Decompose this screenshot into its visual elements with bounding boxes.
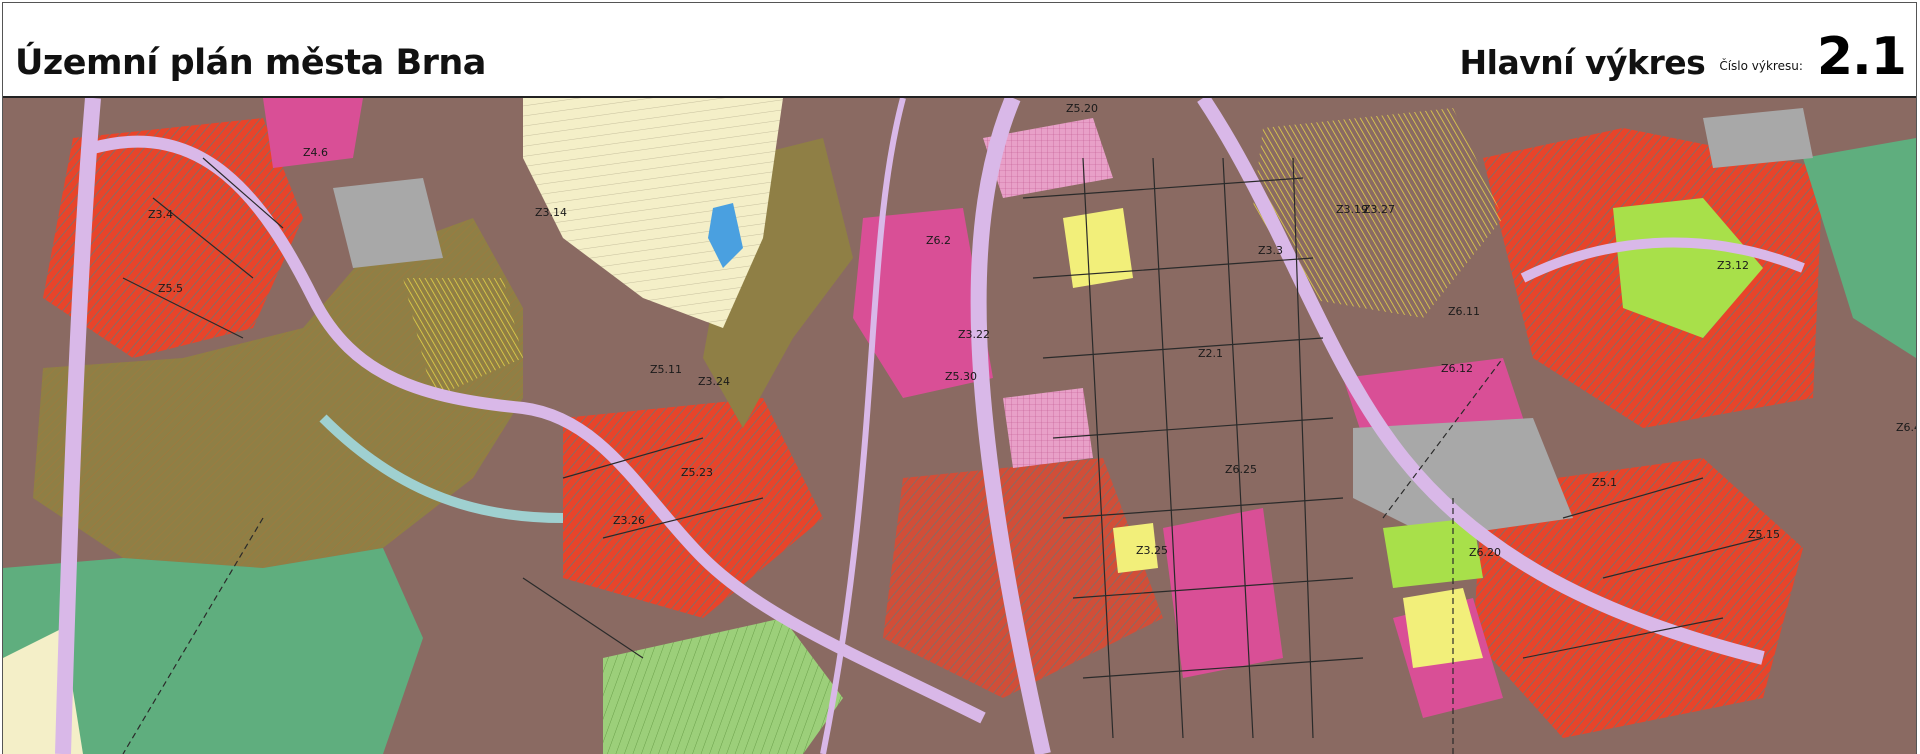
zone-label: Z5.11	[650, 363, 682, 376]
zone-label: Z6.11	[1448, 305, 1480, 318]
zone-label: Z3.4	[148, 208, 173, 221]
zone-label: Z5.23	[681, 466, 713, 479]
map-canvas: Z5.20 Z3.27 Z4.6 Z3.4 Z3.14 Z5.5 Z6.2 Z3…	[3, 98, 1916, 754]
plan-title: Územní plán města Brna	[15, 43, 486, 83]
zone-label: Z3.19	[1336, 203, 1368, 216]
zone-label: Z3.22	[958, 328, 990, 341]
zone-label: Z2.1	[1198, 347, 1223, 360]
zone-label: Z6.25	[1225, 463, 1257, 476]
zone-label: Z3.14	[535, 206, 567, 219]
map-sheet: Územní plán města Brna Hlavní výkres Čís…	[0, 0, 1920, 754]
zone-label: Z6.4	[1896, 421, 1916, 434]
zone-label: Z3.25	[1136, 544, 1168, 557]
drawing-name: Hlavní výkres	[1459, 43, 1706, 82]
zone-label: Z5.5	[158, 282, 183, 295]
zone-label: Z5.1	[1592, 476, 1617, 489]
zone-label: Z5.30	[945, 370, 977, 383]
zone-sport-north	[1063, 208, 1133, 288]
zone-label: Z6.12	[1441, 362, 1473, 375]
drawing-number: 2.1	[1816, 27, 1907, 87]
zone-label: Z5.15	[1748, 528, 1780, 541]
zoning-map[interactable]: Z5.20 Z3.27 Z4.6 Z3.4 Z3.14 Z5.5 Z6.2 Z3…	[3, 98, 1916, 754]
zone-label: Z4.6	[303, 146, 328, 159]
zone-commercial-z6-25	[1163, 508, 1283, 678]
zone-label: Z5.20	[1066, 102, 1098, 115]
sheet-frame-right	[1916, 2, 1917, 754]
zone-industrial-ne	[1703, 108, 1813, 168]
zone-label: Z3.3	[1258, 244, 1283, 257]
zone-label: Z3.24	[698, 375, 730, 388]
drawing-info: Hlavní výkres Číslo výkresu: 2.1	[1459, 27, 1907, 87]
drawing-number-label: Číslo výkresu:	[1719, 59, 1803, 73]
zone-label: Z6.20	[1469, 546, 1501, 559]
zone-civic-center	[1003, 388, 1093, 468]
title-bar: Územní plán města Brna Hlavní výkres Čís…	[3, 3, 1916, 97]
zone-label: Z6.2	[926, 234, 951, 247]
zone-label: Z3.26	[613, 514, 645, 527]
zone-label: Z3.12	[1717, 259, 1749, 272]
